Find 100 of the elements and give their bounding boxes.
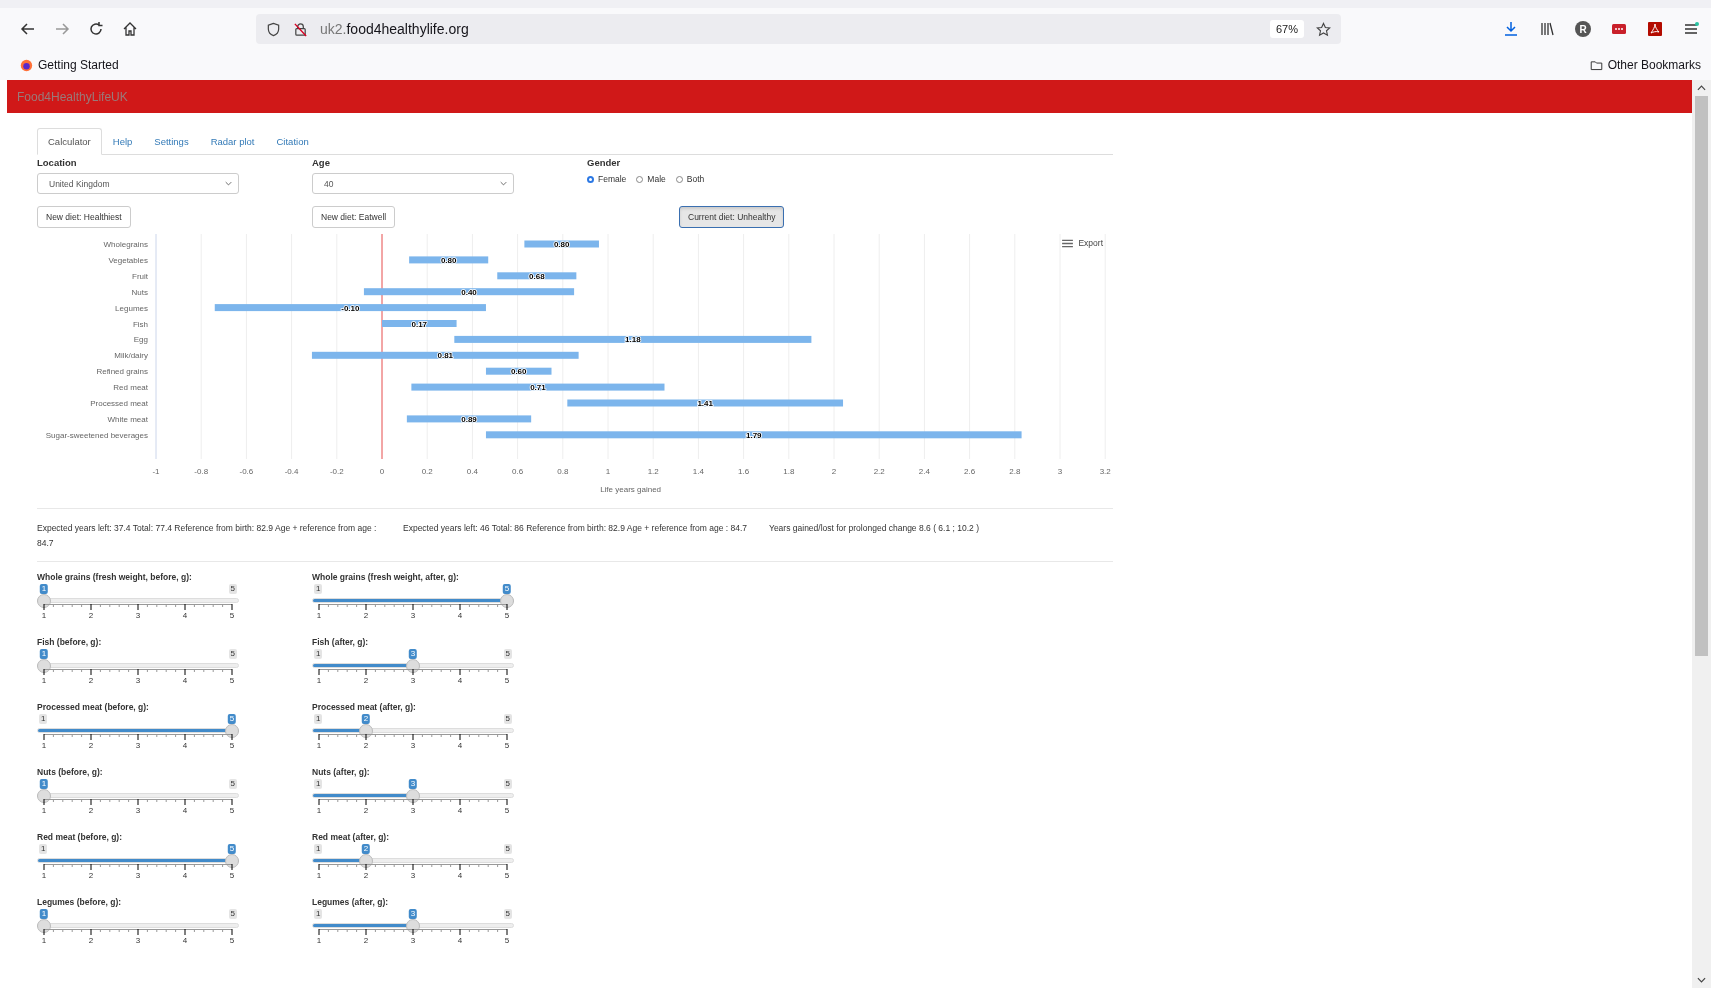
tick-label: 3 <box>410 676 416 686</box>
slider-track[interactable] <box>312 663 514 668</box>
tick-label: 0.8 <box>557 467 569 476</box>
nav-tab[interactable]: Settings <box>143 128 200 155</box>
scrollbar-thumb[interactable] <box>1695 96 1708 656</box>
slider-label: Nuts (before, g): <box>37 767 104 778</box>
tick-label: 4 <box>182 611 188 621</box>
scrollbar[interactable] <box>1692 80 1711 988</box>
home-icon[interactable] <box>122 21 138 37</box>
tick-label: 5 <box>504 936 510 946</box>
min-label: 1 <box>39 714 48 724</box>
tick-label: 0 <box>379 467 385 476</box>
tick-label: -0.4 <box>284 467 299 476</box>
tick-label: 2 <box>88 871 94 881</box>
menu-icon[interactable] <box>1683 21 1699 37</box>
tick-label: 1 <box>41 676 47 686</box>
value-bubble: 1 <box>39 584 49 594</box>
slider-handle[interactable] <box>37 919 51 933</box>
tick-label: 1 <box>316 611 322 621</box>
slider-handle[interactable] <box>37 594 51 608</box>
tick-label: 2 <box>363 611 369 621</box>
field-label: Gender <box>587 157 621 169</box>
scroll-up-icon[interactable] <box>1697 85 1706 91</box>
star-icon[interactable] <box>1316 21 1331 37</box>
diet-button[interactable]: Current diet: Unhealthy <box>679 206 785 228</box>
tick-label: 5 <box>229 611 235 621</box>
tick-label: -0.2 <box>329 467 344 476</box>
pdf-icon[interactable] <box>1647 21 1663 37</box>
tick-label: 4 <box>457 806 463 816</box>
tick-label: 3 <box>410 936 416 946</box>
value-label: 1.18 <box>625 335 641 345</box>
scroll-down-icon[interactable] <box>1697 977 1706 983</box>
max-label: 5 <box>503 909 512 919</box>
value-bubble: 3 <box>408 909 418 919</box>
value-bubble: 1 <box>39 909 49 919</box>
slider-label: Fish (after, g): <box>312 637 370 648</box>
value-label: -0.10 <box>341 303 360 313</box>
tick-label: 2 <box>831 467 837 476</box>
tick-label: 4 <box>182 871 188 881</box>
category-label: Sugar-sweetened beverages <box>45 430 148 440</box>
location-select[interactable]: United Kingdom <box>37 173 239 194</box>
nav-tab[interactable]: Radar plot <box>199 128 266 155</box>
slider-track[interactable] <box>312 793 514 798</box>
diet-button[interactable]: New diet: Eatwell <box>312 206 396 228</box>
insecure-lock-icon <box>293 21 308 37</box>
bookmark-item[interactable]: Getting Started <box>20 58 119 72</box>
extension-icon[interactable] <box>1611 21 1627 37</box>
slider-track[interactable] <box>312 728 514 733</box>
tick-label: 5 <box>504 871 510 881</box>
tick-label: -0.6 <box>239 467 254 476</box>
age-select[interactable]: 40 <box>312 173 514 194</box>
category-label: Red meat <box>113 383 148 393</box>
slider-handle[interactable] <box>37 789 51 803</box>
value-bubble: 5 <box>227 714 237 724</box>
tick-label: 2 <box>88 936 94 946</box>
slider-track[interactable] <box>312 923 514 928</box>
gender-radio[interactable]: Both <box>675 174 705 184</box>
value-label: 0.60 <box>510 367 527 377</box>
tick-label: 3 <box>410 741 416 751</box>
value-label: 0.81 <box>437 351 454 361</box>
max-label: 5 <box>503 844 512 854</box>
tick-label: 3 <box>135 806 141 816</box>
value-label: 1.79 <box>746 430 762 440</box>
gender-radio[interactable]: Female <box>587 174 627 184</box>
nav-tab[interactable]: Citation <box>265 128 320 155</box>
tick-label: 1 <box>41 611 47 621</box>
download-icon[interactable] <box>1503 21 1519 37</box>
other-bookmarks[interactable]: Other Bookmarks <box>1589 58 1701 72</box>
slider-handle[interactable] <box>225 724 239 738</box>
slider-track[interactable] <box>312 858 514 863</box>
tick-label: 1 <box>316 806 322 816</box>
library-icon[interactable] <box>1539 21 1555 37</box>
zoom-level[interactable]: 67% <box>1269 20 1304 38</box>
result-text: Expected years left: 37.4 Total: 77.4 Reference from birth: 82.9 Age + reference from age : 84.7 <box>37 522 378 550</box>
tick-label: 2 <box>88 806 94 816</box>
nav-tab[interactable]: Calculator <box>37 128 102 155</box>
slider-handle[interactable] <box>225 854 239 868</box>
export-button[interactable]: Export <box>1060 236 1105 250</box>
address-bar[interactable]: uk2.food4healthylife.org 67% <box>256 14 1341 44</box>
tick-label: 3 <box>135 676 141 686</box>
tick-label: -1 <box>152 467 160 476</box>
chevron-down-icon <box>225 181 232 186</box>
back-icon[interactable] <box>20 21 36 37</box>
tick-label: 1.6 <box>738 467 750 476</box>
slider-handle[interactable] <box>37 659 51 673</box>
category-label: Refined grains <box>96 367 148 377</box>
max-label: 5 <box>503 649 512 659</box>
nav-tab[interactable]: Help <box>101 128 144 155</box>
range-bar <box>485 367 552 375</box>
profile-avatar[interactable]: R <box>1575 21 1591 37</box>
diet-button[interactable]: New diet: Healthiest <box>37 206 131 228</box>
tick-label: 5 <box>504 741 510 751</box>
tick-label: 2.8 <box>1009 467 1021 476</box>
slider-handle[interactable] <box>500 594 514 608</box>
field-label: Age <box>312 157 330 169</box>
tick-label: 1 <box>316 871 322 881</box>
gender-radio[interactable]: Male <box>636 174 666 184</box>
tick-label: -0.8 <box>194 467 209 476</box>
reload-icon[interactable] <box>88 21 104 37</box>
forward-icon[interactable] <box>54 21 70 37</box>
